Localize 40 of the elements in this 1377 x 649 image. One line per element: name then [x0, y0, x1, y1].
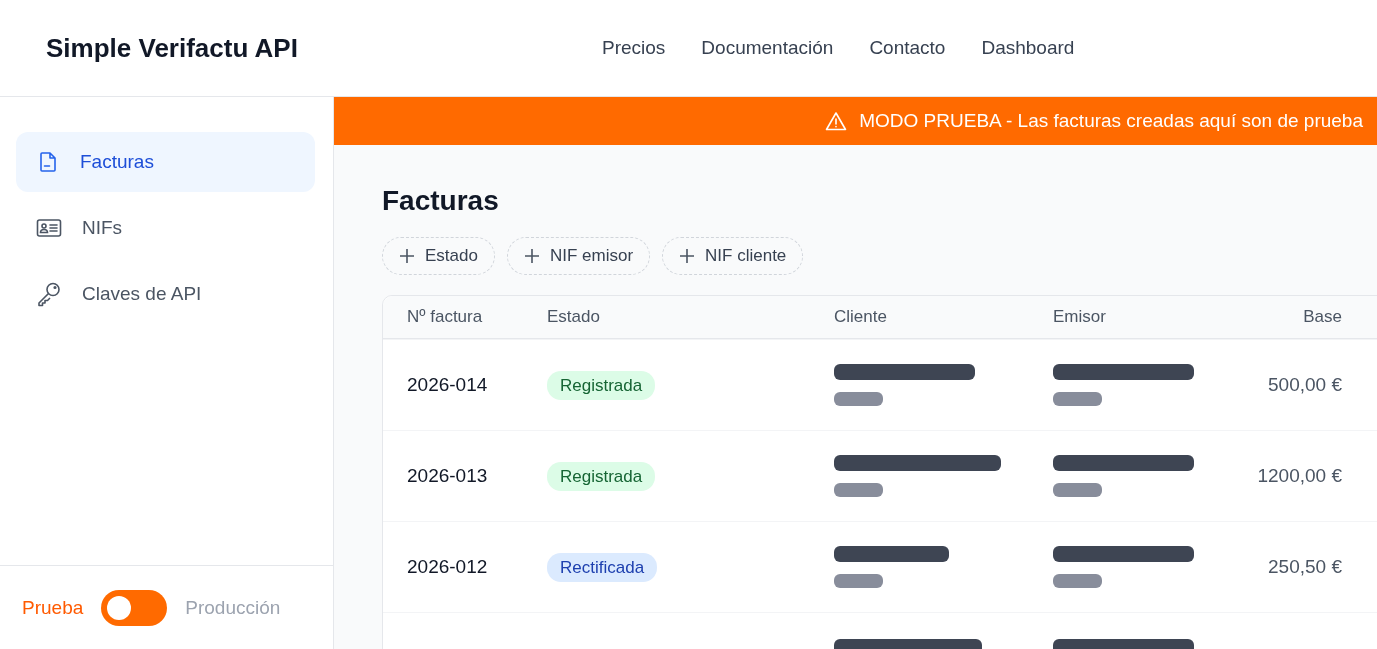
- redacted-bar: [1053, 483, 1102, 497]
- plus-icon: [523, 248, 540, 264]
- plus-icon: [399, 248, 415, 264]
- redacted-bar: [834, 483, 883, 497]
- column-header: Emisor: [1053, 307, 1107, 327]
- sidebar-item[interactable]: Claves de API: [16, 264, 315, 324]
- sidebar-item[interactable]: NIFs: [16, 198, 315, 258]
- warning-icon: [825, 111, 848, 131]
- column-header: Estado: [547, 307, 601, 327]
- key-icon: [36, 281, 62, 307]
- invoice-number: 2026-012: [407, 556, 489, 578]
- plus-icon: [679, 248, 696, 264]
- nav-link[interactable]: Documentación: [701, 37, 834, 59]
- sidebar-item[interactable]: Facturas: [16, 132, 315, 192]
- redacted-bar: [834, 392, 883, 406]
- brand-title[interactable]: Simple Verifactu API: [46, 32, 602, 64]
- banner-text: MODO PRUEBA - Las facturas creadas aquí son de prueba: [859, 110, 1363, 132]
- mode-label: Prueba: [22, 596, 84, 619]
- filter-button[interactable]: NIF cliente: [662, 237, 804, 275]
- mode-toggle[interactable]: [101, 589, 168, 626]
- base-amount: 1200,00 €: [1256, 465, 1342, 487]
- nav-link[interactable]: Dashboard: [981, 37, 1075, 59]
- column-header: Nº factura: [407, 307, 484, 327]
- column-header: Cliente: [834, 307, 888, 327]
- nav-link[interactable]: Contacto: [869, 37, 946, 59]
- id-card-icon: [36, 216, 62, 240]
- redacted-bar: [1053, 392, 1102, 406]
- nav-link[interactable]: Precios: [602, 37, 666, 59]
- invoice-number: 2026-014: [407, 374, 489, 396]
- status-badge: Registrada: [547, 462, 656, 491]
- redacted-bar: [1053, 574, 1102, 588]
- status-badge: Registrada: [547, 371, 656, 400]
- base-amount: 500,00 €: [1267, 374, 1342, 396]
- redacted-bar: [834, 574, 883, 588]
- page-title: Facturas: [382, 185, 500, 217]
- column-header: Base: [1302, 307, 1342, 327]
- mode-label: Producción: [185, 596, 281, 619]
- status-badge: Rectificada: [547, 553, 658, 582]
- invoice-number: 2026-013: [407, 465, 489, 487]
- base-amount: 250,50 €: [1267, 556, 1342, 578]
